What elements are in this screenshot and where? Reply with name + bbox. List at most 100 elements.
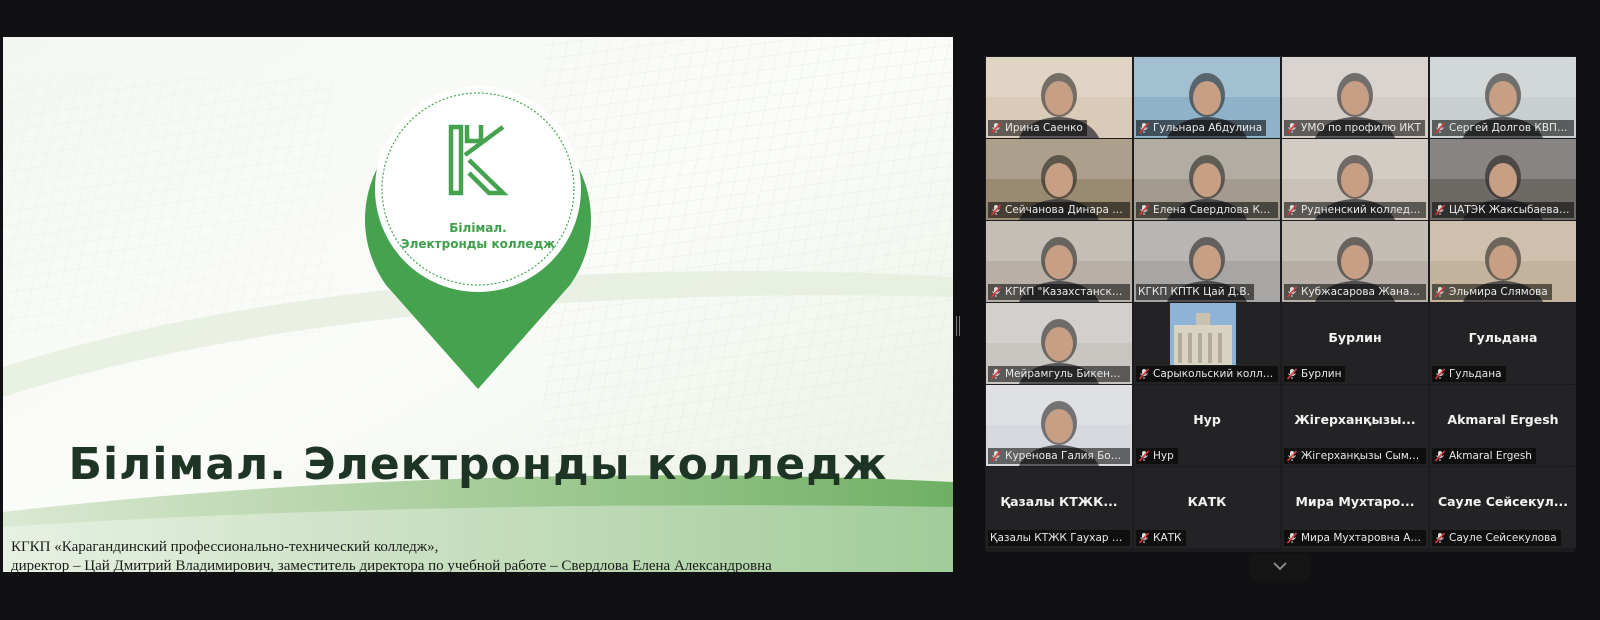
participant-name-label: Эльмира Слямова	[1432, 284, 1552, 300]
participant-name: УМО по профилю ИКТ	[1301, 122, 1422, 134]
participant-name: Akmaral Ergesh	[1449, 450, 1532, 462]
participant-name: Сейчанова Динара Габ...	[1005, 204, 1126, 216]
participant-name: Сарыкольский колледж...	[1153, 368, 1274, 380]
mic-muted-icon	[990, 122, 1002, 134]
participant-tile[interactable]: Сейчанова Динара Габ...	[986, 139, 1132, 220]
mic-muted-icon	[990, 204, 1002, 216]
participant-tile[interactable]: Сауле Сейсекул... Сауле Сейсекулова	[1430, 467, 1576, 548]
mic-muted-icon	[1286, 532, 1298, 544]
participant-tile[interactable]: КГКП "Казахстанский аг...	[986, 221, 1132, 302]
participant-tile[interactable]: Бурлин Бурлин	[1282, 303, 1428, 384]
participant-name: Ирина Саенко	[1005, 122, 1083, 134]
participant-tile[interactable]: Ирина Саенко	[986, 57, 1132, 138]
participant-tile[interactable]: Мейрамгуль Бикенова	[986, 303, 1132, 384]
mic-muted-icon	[1138, 532, 1150, 544]
participant-name-label: КГКП КПТК Цай Д.В.	[1136, 284, 1254, 300]
participant-name-label: Сарыкольский колледж...	[1136, 366, 1278, 382]
participant-name: Эльмира Слямова	[1449, 286, 1548, 298]
participant-name-label: Гульнара Абдулина	[1136, 120, 1267, 136]
participant-name-label: УМО по профилю ИКТ	[1284, 120, 1426, 136]
gallery-next-page-button[interactable]	[1250, 554, 1310, 580]
mic-muted-icon	[1138, 368, 1150, 380]
participant-display-name: Гульдана	[1468, 330, 1538, 345]
participant-tile[interactable]: Елена Свердлова КПТК	[1134, 139, 1280, 220]
participant-tile[interactable]: Рудненский колледж ст...	[1282, 139, 1428, 220]
mic-muted-icon	[990, 368, 1002, 380]
participant-tile[interactable]: КГКП КПТК Цай Д.В.	[1134, 221, 1280, 302]
participant-display-name: КАТК	[1187, 494, 1227, 509]
participant-name-label: КГКП "Казахстанский аг...	[988, 284, 1130, 300]
participant-name-label: Кубжасарова Жанар И...	[1284, 284, 1426, 300]
participant-name: Нур	[1153, 450, 1174, 462]
mic-muted-icon	[1286, 204, 1298, 216]
mic-muted-icon	[1138, 122, 1150, 134]
participant-tile[interactable]: Қазалы КТЖК... Қазалы КТЖК Гаухар Сар...	[986, 467, 1132, 548]
participant-tile[interactable]: Гульдана Гульдана	[1430, 303, 1576, 384]
logo-caption-line1: Білімал.	[449, 221, 507, 235]
participant-name: Жігерханқызы Сымбат	[1301, 450, 1422, 462]
participant-gallery: Ирина Саенко Гульнара Абдулина УМО по проф…	[985, 56, 1576, 552]
participant-name-label: Қазалы КТЖК Гаухар Сар...	[988, 530, 1130, 546]
participant-name-label: Сергей Долгов КВПТК	[1432, 120, 1574, 136]
participant-name: КГКП КПТК Цай Д.В.	[1138, 286, 1250, 298]
mic-muted-icon	[1286, 286, 1298, 298]
participant-name-label: Сауле Сейсекулова	[1432, 530, 1561, 546]
mic-muted-icon	[1286, 122, 1298, 134]
participant-tile[interactable]: УМО по профилю ИКТ	[1282, 57, 1428, 138]
participant-tile[interactable]: Жігерханқызы... Жігерханқызы Сымбат	[1282, 385, 1428, 466]
shared-screen-slide: Білімал. Электронды колледж Білімал. Эле…	[3, 37, 953, 572]
participant-name: Кубжасарова Жанар И...	[1301, 286, 1422, 298]
mic-muted-icon	[990, 450, 1002, 462]
participant-name: Қазалы КТЖК Гаухар Сар...	[990, 532, 1126, 544]
mic-muted-icon	[1434, 450, 1446, 462]
participant-name: Мейрамгуль Бикенова	[1005, 368, 1126, 380]
slide-caption-line2: директор – Цай Дмитрий Владимирович, зам…	[11, 558, 772, 572]
participant-name-label: Сейчанова Динара Габ...	[988, 202, 1130, 218]
participant-name: Мира Мухтаровна АПК	[1301, 532, 1422, 544]
participant-tile[interactable]: ЦАТЭК Жаксыбаева На...	[1430, 139, 1576, 220]
chevron-down-icon	[1273, 562, 1287, 571]
participant-display-name: Мира Мухтаро...	[1295, 494, 1415, 509]
participant-tile[interactable]: Мира Мухтаро... Мира Мухтаровна АПК	[1282, 467, 1428, 548]
participant-name-label: Жігерханқызы Сымбат	[1284, 448, 1426, 464]
participant-tile[interactable]: Эльмира Слямова	[1430, 221, 1576, 302]
participant-name: Сергей Долгов КВПТК	[1449, 122, 1570, 134]
participant-display-name: Сауле Сейсекул...	[1437, 494, 1569, 509]
participant-tile[interactable]: Гульнара Абдулина	[1134, 57, 1280, 138]
mic-muted-icon	[1434, 286, 1446, 298]
panel-resize-handle[interactable]	[956, 316, 960, 336]
participant-display-name: Жігерханқызы...	[1294, 412, 1416, 427]
mic-muted-icon	[1286, 368, 1298, 380]
participant-name: ЦАТЭК Жаксыбаева На...	[1449, 204, 1570, 216]
participant-name: Гульнара Абдулина	[1153, 122, 1263, 134]
participant-display-name: Akmaral Ergesh	[1447, 412, 1559, 427]
participant-display-name: Бурлин	[1328, 330, 1382, 345]
mic-muted-icon	[1434, 122, 1446, 134]
participant-tile[interactable]: Сарыкольский колледж...	[1134, 303, 1280, 384]
participant-name: Гульдана	[1449, 368, 1502, 380]
participant-name-label: Нур	[1136, 448, 1178, 464]
slide-caption-line1: КГКП «Карагандинский профессионально-тех…	[11, 539, 439, 555]
mic-muted-icon	[1434, 204, 1446, 216]
mic-muted-icon	[990, 286, 1002, 298]
participant-tile[interactable]: Куренова Галия Болатк...	[986, 385, 1132, 466]
participant-tile[interactable]: Сергей Долгов КВПТК	[1430, 57, 1576, 138]
slide-title: Білімал. Электронды колледж	[68, 439, 888, 490]
participant-tile[interactable]: Нур Нур	[1134, 385, 1280, 466]
mic-muted-icon	[1434, 532, 1446, 544]
mic-muted-icon	[1138, 450, 1150, 462]
participant-tile[interactable]: Кубжасарова Жанар И...	[1282, 221, 1428, 302]
mic-muted-icon	[1286, 450, 1298, 462]
participant-name-label: Мира Мухтаровна АПК	[1284, 530, 1426, 546]
mic-muted-icon	[1138, 204, 1150, 216]
participant-tile[interactable]: КАТК КАТК	[1134, 467, 1280, 548]
participant-name: Сауле Сейсекулова	[1449, 532, 1557, 544]
participant-name-label: Рудненский колледж ст...	[1284, 202, 1426, 218]
participant-name-label: КАТК	[1136, 530, 1186, 546]
participant-name: Бурлин	[1301, 368, 1342, 380]
participant-tile[interactable]: Akmaral Ergesh Akmaral Ergesh	[1430, 385, 1576, 466]
participant-name: Рудненский колледж ст...	[1301, 204, 1422, 216]
participant-display-name: Нур	[1193, 412, 1221, 427]
participant-name: Елена Свердлова КПТК	[1153, 204, 1274, 216]
participant-name-label: Куренова Галия Болатк...	[988, 448, 1130, 464]
